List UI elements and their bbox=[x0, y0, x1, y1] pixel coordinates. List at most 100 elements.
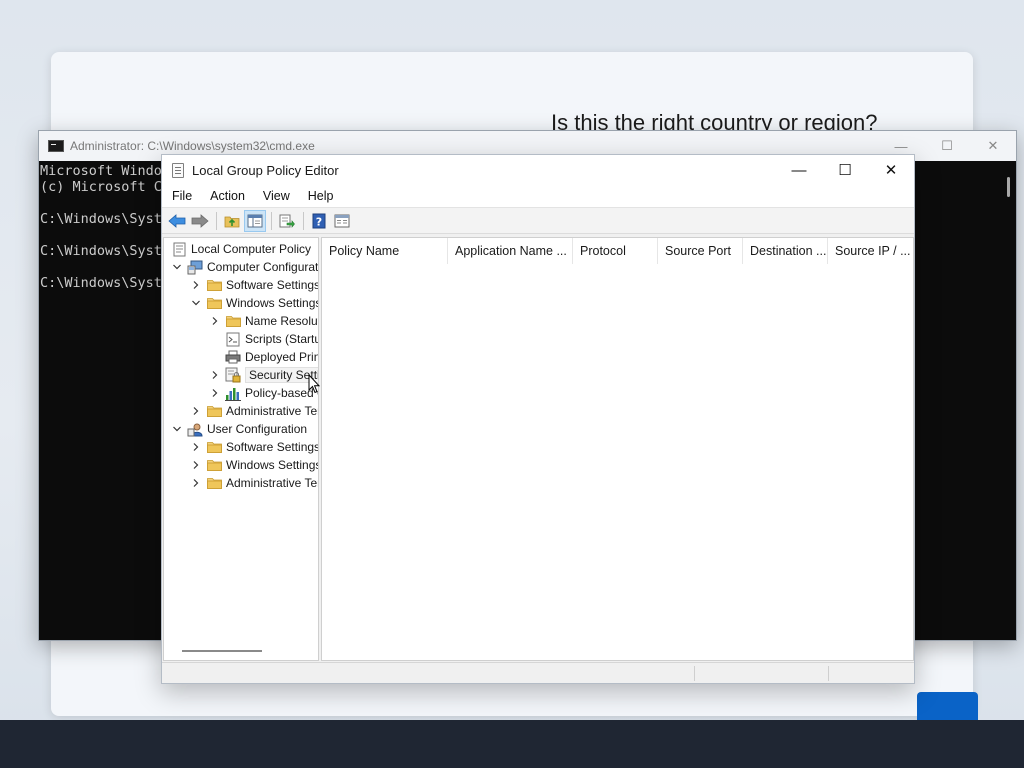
security-icon bbox=[225, 367, 241, 383]
toolbar: ? bbox=[162, 208, 914, 234]
back-icon[interactable] bbox=[166, 210, 188, 232]
gpedit-title: Local Group Policy Editor bbox=[192, 162, 339, 178]
tree-item-local-computer-policy[interactable]: Local Computer Policy bbox=[168, 240, 311, 258]
toolbar-separator bbox=[216, 211, 217, 230]
script-icon bbox=[225, 331, 241, 347]
tree-horizontal-scrollbar[interactable] bbox=[182, 650, 262, 652]
folder-icon bbox=[225, 313, 241, 329]
cmd-title: Administrator: C:\Windows\system32\cmd.e… bbox=[70, 139, 315, 153]
cmd-maximize-button[interactable]: ☐ bbox=[924, 131, 970, 161]
chevron-right-icon[interactable] bbox=[189, 458, 203, 472]
tree-item-label: Administrative Templates bbox=[226, 476, 318, 490]
tree-item-label: User Configuration bbox=[207, 422, 308, 436]
tree-item-label: Software Settings bbox=[226, 440, 319, 454]
gpedit-titlebar[interactable]: Local Group Policy Editor — ☐ ✕ bbox=[162, 155, 914, 185]
chevron-right-icon[interactable] bbox=[208, 314, 222, 328]
column-destination[interactable]: Destination ... bbox=[743, 238, 828, 264]
tree-item-software-settings[interactable]: Software Settings bbox=[189, 438, 319, 456]
menu-help[interactable]: Help bbox=[298, 189, 342, 203]
gpedit-app-icon bbox=[172, 162, 184, 178]
cmd-close-button[interactable]: ✕ bbox=[970, 131, 1016, 161]
chevron-right-icon[interactable] bbox=[208, 368, 222, 382]
cmd-line: C:\Windows\System32> bbox=[40, 211, 164, 227]
forward-icon[interactable] bbox=[189, 210, 211, 232]
details-pane[interactable]: Policy Name Application Name ... Protoco… bbox=[321, 237, 914, 661]
gpedit-window: Local Group Policy Editor — ☐ ✕ File Act… bbox=[161, 154, 915, 684]
tree-item-software-settings[interactable]: Software Settings bbox=[189, 276, 319, 294]
column-source-ip[interactable]: Source IP / ... bbox=[828, 238, 913, 264]
tree-item-label: Name Resolution Policy bbox=[245, 314, 318, 328]
cmd-app-icon bbox=[48, 140, 64, 152]
toolbar-separator bbox=[271, 211, 272, 230]
chevron-right-icon[interactable] bbox=[189, 476, 203, 490]
chevron-down-icon[interactable] bbox=[170, 422, 184, 436]
svg-text:?: ? bbox=[316, 215, 322, 228]
qos-icon bbox=[225, 385, 241, 401]
tree-item-scripts-startup-shutdown[interactable]: Scripts (Startup/Shutdown) bbox=[208, 330, 318, 348]
chevron-right-icon[interactable] bbox=[189, 440, 203, 454]
status-separator bbox=[828, 666, 829, 681]
menu-view[interactable]: View bbox=[253, 189, 298, 203]
column-application-name[interactable]: Application Name ... bbox=[448, 238, 573, 264]
show-hide-tree-icon[interactable] bbox=[244, 209, 266, 232]
tree-item-label: Windows Settings bbox=[226, 458, 319, 472]
folder-icon bbox=[206, 295, 222, 311]
gpedit-minimize-button[interactable]: — bbox=[776, 155, 822, 185]
menu-action[interactable]: Action bbox=[200, 189, 253, 203]
tree-item-label: Administrative Templates bbox=[226, 404, 318, 418]
help-icon[interactable]: ? bbox=[308, 210, 330, 232]
cmd-line bbox=[40, 195, 164, 211]
chevron-right-icon[interactable] bbox=[189, 404, 203, 418]
export-list-icon[interactable] bbox=[276, 210, 298, 232]
column-protocol[interactable]: Protocol bbox=[573, 238, 658, 264]
tree-item-computer-configuration[interactable]: Computer Configuration bbox=[170, 258, 319, 276]
up-folder-icon[interactable] bbox=[221, 210, 243, 232]
tree-item-name-resolution-policy[interactable]: Name Resolution Policy bbox=[208, 312, 318, 330]
tree-item-label: Software Settings bbox=[226, 278, 319, 292]
policy-icon bbox=[171, 241, 187, 257]
chevron-down-icon[interactable] bbox=[170, 260, 184, 274]
tree-item-label: Scripts (Startup/Shutdown) bbox=[245, 332, 318, 346]
cmd-console-output[interactable]: Microsoft Windows(c) Microsoft Corporati… bbox=[40, 163, 164, 291]
computer-icon bbox=[187, 259, 203, 275]
tree-item-label: Local Computer Policy bbox=[191, 242, 312, 256]
gpedit-close-button[interactable]: ✕ bbox=[868, 155, 914, 185]
column-source-port[interactable]: Source Port bbox=[658, 238, 743, 264]
cmd-line: C:\Windows\System32> bbox=[40, 275, 164, 291]
gpedit-maximize-button[interactable]: ☐ bbox=[822, 155, 868, 185]
toolbar-separator bbox=[303, 211, 304, 230]
tree-item-label: Windows Settings bbox=[226, 296, 319, 310]
cmd-scrollbar[interactable] bbox=[1007, 177, 1010, 197]
tree-item-administrative-templates[interactable]: Administrative Templates bbox=[189, 474, 318, 492]
chevron-right-icon[interactable] bbox=[189, 278, 203, 292]
mouse-cursor-icon bbox=[308, 374, 320, 394]
tree-item-security-settings[interactable]: Security Settings bbox=[208, 366, 318, 384]
status-bar bbox=[162, 662, 914, 683]
folder-icon bbox=[206, 403, 222, 419]
status-separator bbox=[694, 666, 695, 681]
taskbar bbox=[0, 720, 1024, 768]
tree-item-deployed-printers[interactable]: Deployed Printers bbox=[208, 348, 319, 366]
chevron-right-icon[interactable] bbox=[208, 386, 222, 400]
tree-item-label: Computer Configuration bbox=[207, 260, 319, 274]
tree-item-policy-based-qos[interactable]: Policy-based QoS bbox=[208, 384, 318, 402]
menu-file[interactable]: File bbox=[162, 189, 200, 203]
tree-item-windows-settings[interactable]: Windows Settings bbox=[189, 456, 319, 474]
folder-icon bbox=[206, 457, 222, 473]
column-policy-name[interactable]: Policy Name bbox=[322, 238, 448, 264]
extended-view-icon[interactable] bbox=[331, 210, 353, 232]
user-icon bbox=[187, 421, 203, 437]
tree-item-windows-settings[interactable]: Windows Settings bbox=[189, 294, 319, 312]
folder-icon bbox=[206, 475, 222, 491]
cmd-line: C:\Windows\System32> bbox=[40, 243, 164, 259]
tree-item-label: Deployed Printers bbox=[245, 350, 319, 364]
printer-icon bbox=[225, 349, 241, 365]
chevron-down-icon[interactable] bbox=[189, 296, 203, 310]
console-tree[interactable]: Local Computer Policy Computer Configurat… bbox=[163, 237, 319, 661]
cmd-line: (c) Microsoft Corporation bbox=[40, 179, 164, 195]
menu-bar: File Action View Help bbox=[162, 185, 914, 208]
tree-item-administrative-templates[interactable]: Administrative Templates bbox=[189, 402, 318, 420]
tree-item-user-configuration[interactable]: User Configuration bbox=[170, 420, 307, 438]
